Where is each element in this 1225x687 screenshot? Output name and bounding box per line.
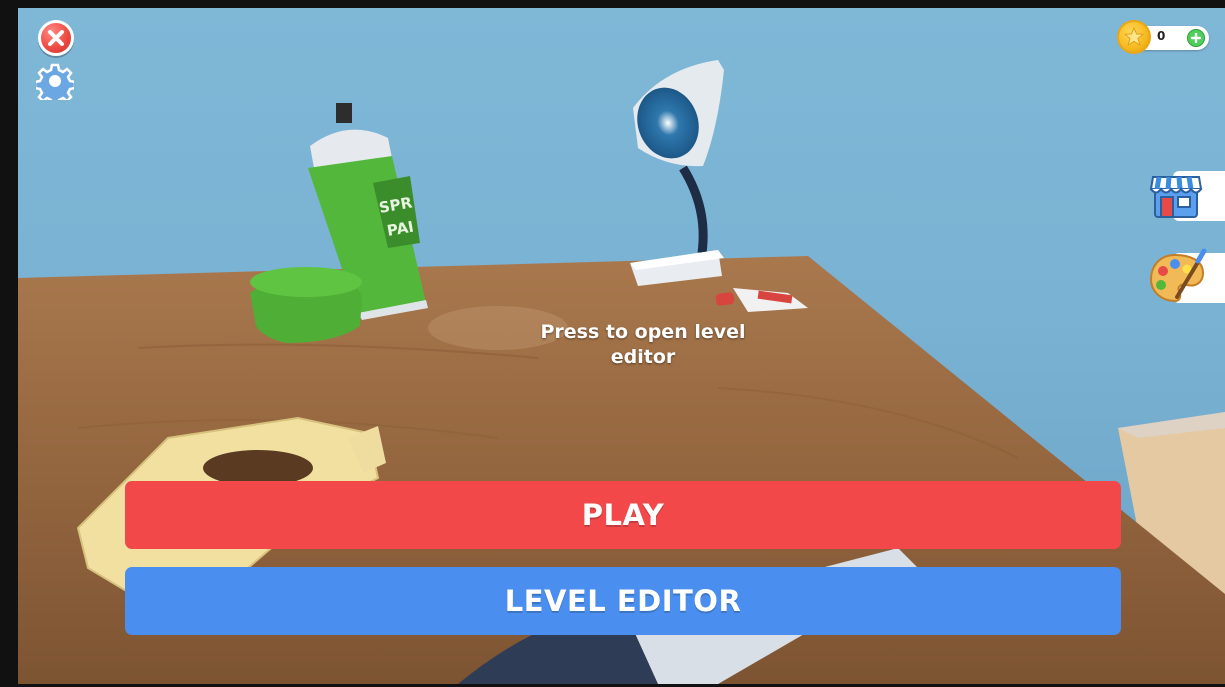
shop-button[interactable] (1149, 171, 1225, 221)
game-viewport: SPR PAI 0 Press to open level editor PLA… (18, 8, 1225, 684)
coin-counter: 0 (1117, 20, 1209, 54)
star-coin-icon (1117, 20, 1151, 54)
gear-icon (33, 63, 77, 107)
desk-lamp (630, 60, 724, 286)
coin-count: 0 (1157, 29, 1166, 43)
close-icon (48, 30, 64, 46)
shop-icon (1149, 176, 1203, 218)
plus-icon (1191, 33, 1201, 43)
settings-button[interactable] (33, 62, 77, 107)
level-editor-hint: Press to open level editor (540, 321, 746, 368)
close-button[interactable] (38, 20, 74, 56)
paint-palette-icon (1149, 248, 1207, 303)
add-coins-button[interactable] (1187, 29, 1205, 47)
level-editor-button[interactable]: LEVEL EDITOR (125, 567, 1121, 635)
play-button[interactable]: PLAY (125, 481, 1121, 549)
spray-cap (250, 267, 362, 343)
paint-button[interactable] (1149, 248, 1225, 303)
